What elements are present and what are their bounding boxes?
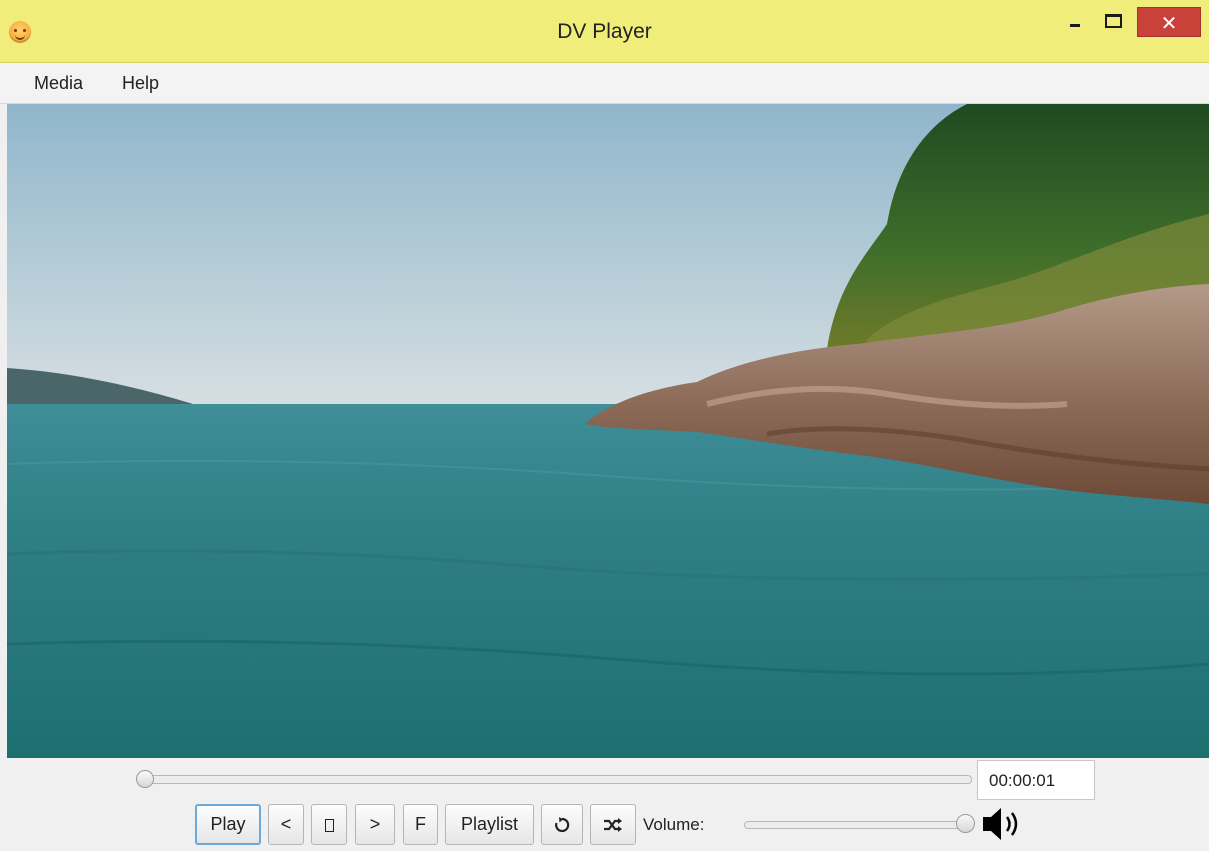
menu-help[interactable]: Help — [122, 73, 159, 94]
stop-icon — [324, 818, 334, 832]
close-icon: ✕ — [1160, 13, 1178, 35]
speaker-icon[interactable] — [981, 804, 1025, 844]
minimize-button[interactable] — [1062, 7, 1088, 35]
volume-thumb[interactable] — [956, 814, 975, 833]
playlist-button[interactable]: Playlist — [445, 804, 534, 845]
seek-bar[interactable] — [142, 775, 972, 784]
close-button[interactable]: ✕ — [1137, 7, 1201, 37]
shuffle-button[interactable] — [590, 804, 636, 845]
repeat-button[interactable] — [541, 804, 583, 845]
menu-bar: Media Help — [0, 63, 1209, 104]
next-button[interactable]: > — [355, 804, 395, 845]
fullscreen-button[interactable]: F — [403, 804, 438, 845]
shuffle-icon — [604, 818, 622, 833]
seek-thumb[interactable] — [136, 770, 154, 788]
menu-media[interactable]: Media — [34, 73, 83, 94]
previous-button[interactable]: < — [268, 804, 304, 845]
title-bar: DV Player ✕ — [0, 0, 1209, 63]
video-display[interactable] — [7, 104, 1209, 758]
window-title: DV Player — [557, 20, 652, 43]
video-frame-image — [7, 104, 1209, 758]
repeat-icon — [555, 817, 570, 833]
maximize-button[interactable] — [1097, 7, 1127, 35]
stop-button[interactable] — [311, 804, 347, 845]
volume-slider[interactable] — [744, 821, 972, 829]
play-button[interactable]: Play — [195, 804, 261, 845]
time-display: 00:00:01 — [977, 760, 1095, 800]
volume-label: Volume: — [643, 815, 705, 834]
